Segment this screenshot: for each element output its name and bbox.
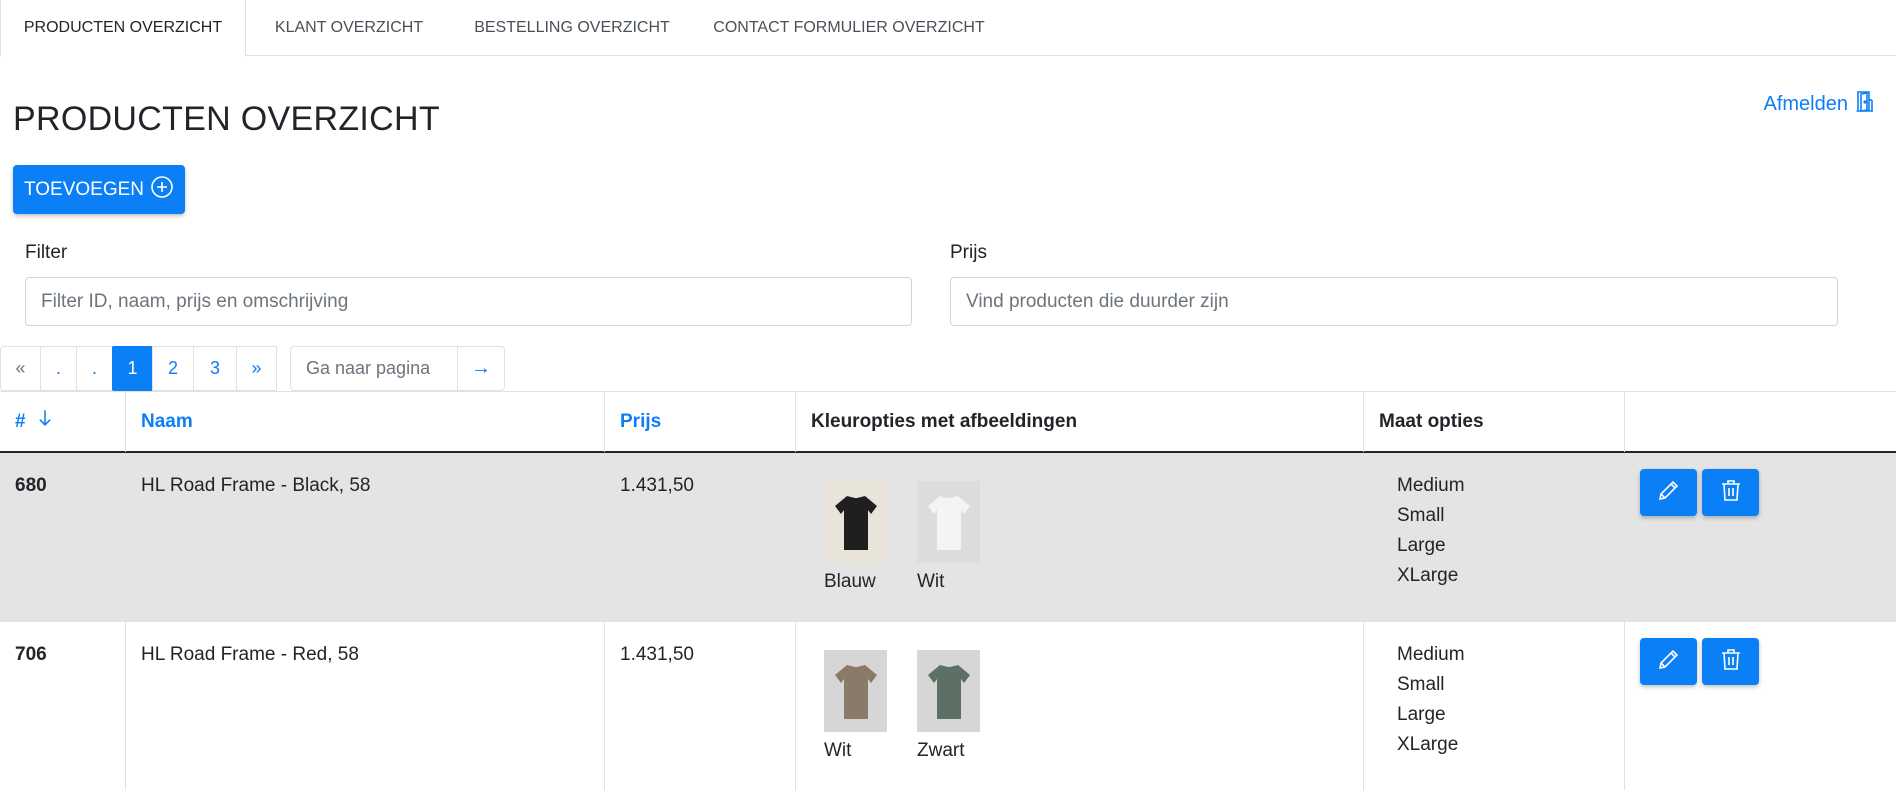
filter-label: Filter — [25, 242, 68, 263]
add-product-button[interactable]: TOEVOEGEN — [13, 165, 185, 214]
row-price: 1.431,50 — [604, 453, 795, 622]
size-option: Large — [1397, 704, 1446, 725]
row-colors: Blauw Wit — [795, 453, 1363, 622]
logout-label: Afmelden — [1763, 92, 1849, 115]
first-page-button[interactable]: « — [0, 346, 41, 391]
row-id: 680 — [15, 475, 47, 496]
row-price: 1.431,50 — [604, 622, 795, 790]
page-button-1[interactable]: 1 — [112, 346, 153, 391]
color-option: Zwart — [917, 650, 980, 762]
row-name: HL Road Frame - Black, 58 — [125, 453, 604, 622]
goto-page-button[interactable]: → — [458, 346, 505, 391]
color-label: Wit — [824, 740, 852, 761]
size-option: Medium — [1397, 644, 1465, 665]
size-option: XLarge — [1397, 565, 1459, 586]
arrow-down-icon — [39, 392, 51, 452]
delete-button[interactable] — [1702, 469, 1759, 516]
colors-header: Kleuropties met afbeeldingen — [795, 392, 1363, 452]
color-label: Wit — [917, 571, 945, 592]
size-option: Small — [1397, 505, 1445, 526]
shirt-image — [824, 481, 887, 563]
size-option: XLarge — [1397, 734, 1459, 755]
row-colors: Wit Zwart — [795, 622, 1363, 790]
tab-bestelling-overzicht[interactable]: BESTELLING OVERZICHT — [452, 0, 692, 56]
sort-id-header[interactable]: # — [0, 392, 125, 452]
pencil-icon — [1657, 478, 1681, 508]
row-actions — [1624, 622, 1896, 790]
row-name: HL Road Frame - Red, 58 — [125, 622, 604, 790]
sizes-header: Maat opties — [1363, 392, 1624, 452]
id-header-label: # — [15, 411, 26, 432]
trash-icon — [1719, 478, 1743, 508]
trash-icon — [1719, 647, 1743, 677]
door-icon — [1856, 90, 1874, 118]
color-label: Blauw — [824, 571, 876, 592]
table-row: 680 HL Road Frame - Black, 58 1.431,50 B… — [0, 453, 1896, 622]
row-sizes: Medium Small Large XLarge — [1363, 453, 1624, 622]
edit-button[interactable] — [1640, 638, 1697, 685]
page-title: PRODUCTEN OVERZICHT — [13, 100, 440, 138]
table-row: 706 HL Road Frame - Red, 58 1.431,50 Wit… — [0, 622, 1896, 790]
row-id: 706 — [15, 644, 47, 665]
row-sizes: Medium Small Large XLarge — [1363, 622, 1624, 790]
sort-name-header[interactable]: Naam — [125, 392, 604, 452]
shirt-image — [917, 650, 980, 732]
tab-contact-formulier-overzicht[interactable]: CONTACT FORMULIER OVERZICHT — [692, 0, 1006, 56]
edit-button[interactable] — [1640, 469, 1697, 516]
shirt-image — [824, 650, 887, 732]
sort-price-header[interactable]: Prijs — [604, 392, 795, 452]
ellipsis-button[interactable]: . — [40, 346, 77, 391]
table-header: # Naam Prijs Kleuropties met afbeeldinge… — [0, 391, 1896, 453]
last-page-button[interactable]: » — [236, 346, 277, 391]
filter-input[interactable] — [25, 277, 912, 326]
logout-link[interactable]: Afmelden — [1764, 90, 1875, 118]
color-option: Wit — [824, 650, 887, 762]
color-option: Wit — [917, 481, 980, 593]
price-filter-input[interactable] — [950, 277, 1838, 326]
delete-button[interactable] — [1702, 638, 1759, 685]
shirt-image — [917, 481, 980, 563]
add-button-label: TOEVOEGEN — [23, 178, 144, 200]
color-label: Zwart — [917, 740, 965, 761]
ellipsis-button[interactable]: . — [76, 346, 113, 391]
color-option: Blauw — [824, 481, 887, 593]
page-button-2[interactable]: 2 — [152, 346, 194, 391]
size-option: Large — [1397, 535, 1446, 556]
price-label: Prijs — [950, 242, 987, 263]
size-option: Small — [1397, 674, 1445, 695]
goto-page: → — [290, 346, 505, 391]
plus-circle-icon — [150, 175, 174, 205]
pagination: « . . 1 2 3 » — [0, 346, 277, 391]
page-button-3[interactable]: 3 — [193, 346, 237, 391]
actions-header — [1624, 392, 1896, 452]
goto-page-input[interactable] — [290, 346, 458, 391]
tab-klant-overzicht[interactable]: KLANT OVERZICHT — [246, 0, 452, 56]
row-actions — [1624, 453, 1896, 622]
size-option: Medium — [1397, 475, 1465, 496]
nav-tabs: PRODUCTEN OVERZICHT KLANT OVERZICHT BEST… — [0, 0, 1896, 57]
pencil-icon — [1657, 647, 1681, 677]
tab-producten-overzicht[interactable]: PRODUCTEN OVERZICHT — [0, 0, 246, 57]
